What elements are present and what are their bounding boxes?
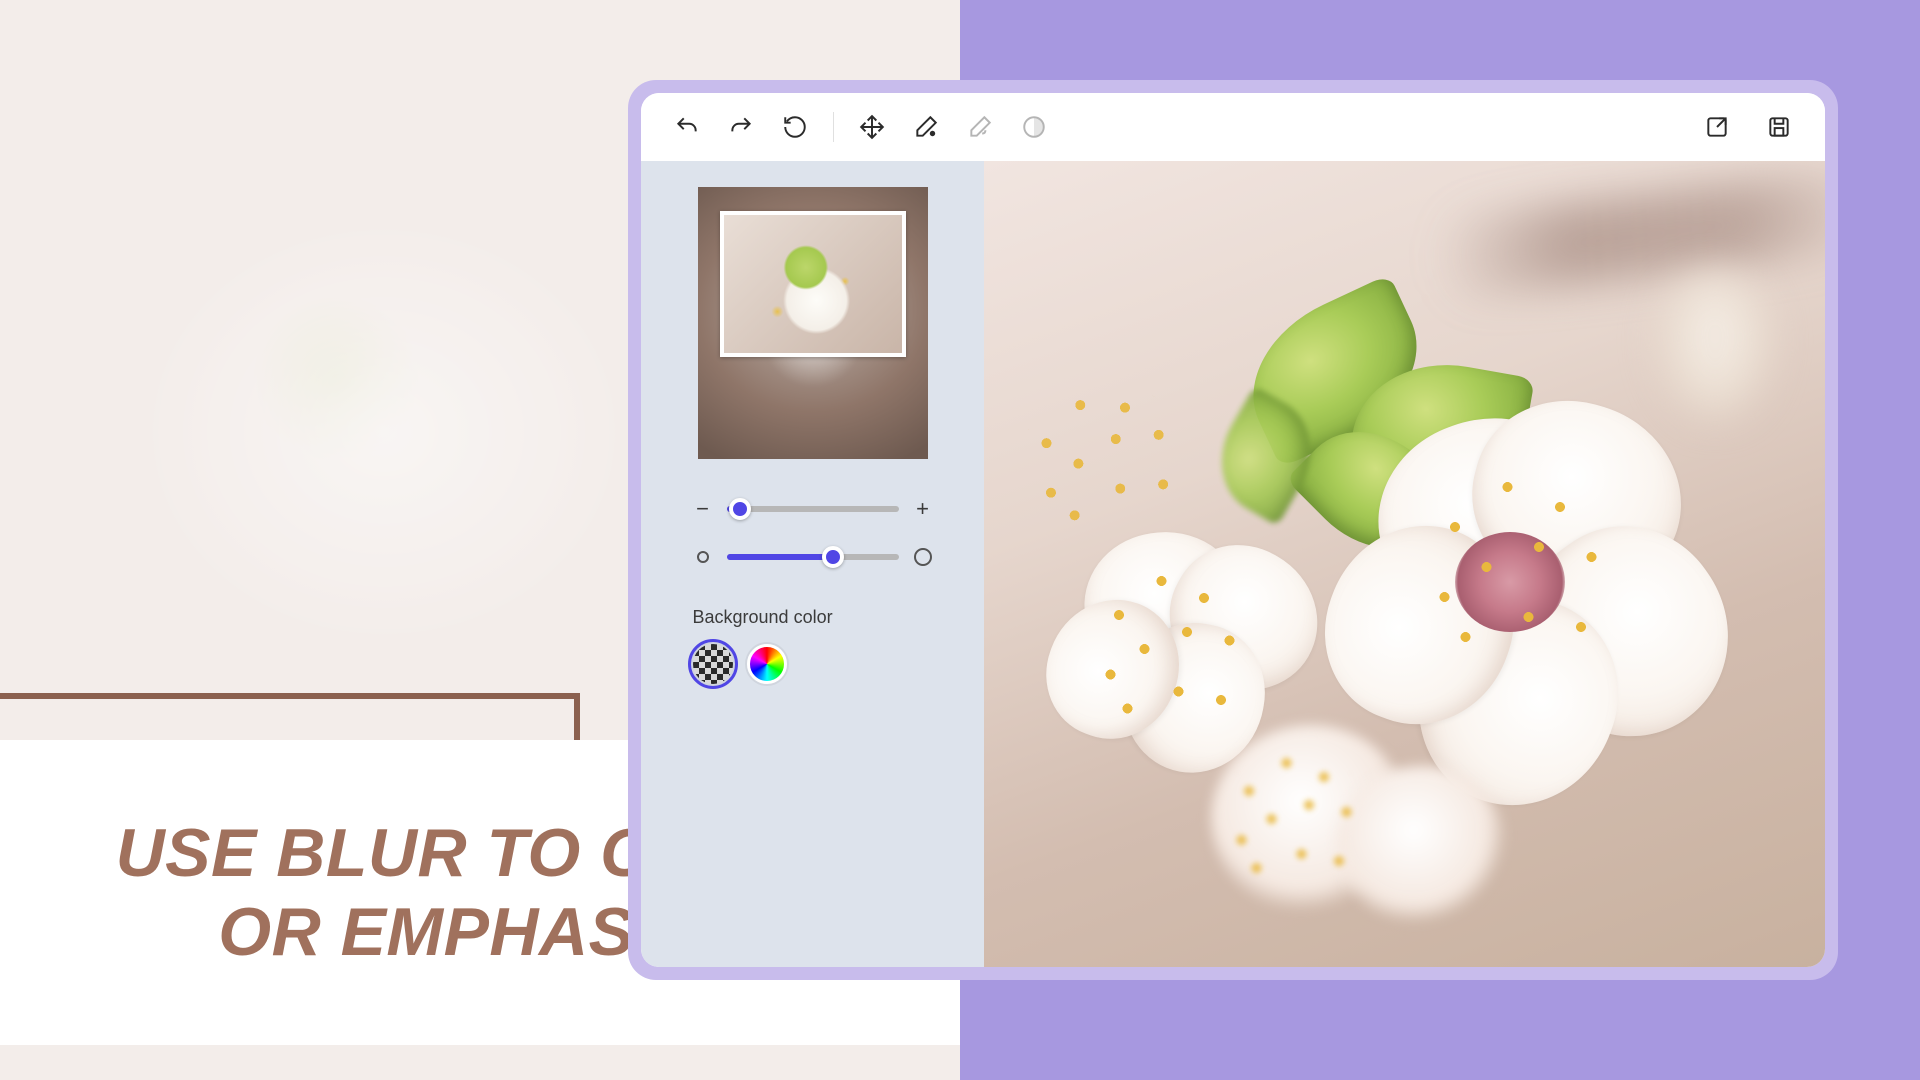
background-erase-icon (967, 114, 993, 140)
background-color-label: Background color (693, 607, 933, 628)
undo-button[interactable] (665, 105, 709, 149)
redo-button[interactable] (719, 105, 763, 149)
image-stamens (1002, 367, 1202, 546)
blur-slider-row (693, 547, 933, 567)
editor-body: − + Background color (641, 161, 1825, 967)
side-panel: − + Background color (641, 161, 984, 967)
zoom-slider[interactable] (727, 506, 899, 512)
swatch-transparent[interactable] (693, 644, 733, 684)
erase-tool-button[interactable] (904, 105, 948, 149)
image-stamens (1219, 749, 1369, 889)
save-icon (1766, 114, 1792, 140)
zoom-slider-thumb[interactable] (729, 498, 751, 520)
canvas[interactable] (984, 161, 1825, 967)
preview-thumbnail[interactable] (698, 187, 928, 459)
background-color-section: Background color (693, 607, 933, 684)
undo-icon (674, 114, 700, 140)
swatch-color-picker[interactable] (747, 644, 787, 684)
export-button[interactable] (1695, 105, 1739, 149)
save-button[interactable] (1757, 105, 1801, 149)
image-branch-blur (1435, 167, 1825, 300)
toolbar-right (1695, 105, 1801, 149)
background-erase-button[interactable] (958, 105, 1002, 149)
move-tool-button[interactable] (850, 105, 894, 149)
editor-window: − + Background color (628, 80, 1838, 980)
redo-icon (728, 114, 754, 140)
blur-slider[interactable] (727, 554, 899, 560)
toolbar-divider (833, 112, 834, 142)
toolbar-left (665, 105, 1056, 149)
zoom-slider-row: − + (693, 499, 933, 519)
headline-frame-border (0, 693, 580, 743)
blur-min-icon[interactable] (693, 547, 713, 567)
reset-button[interactable] (773, 105, 817, 149)
zoom-minus-icon[interactable]: − (693, 499, 713, 519)
adjust-icon (1021, 114, 1047, 140)
image-bud-blur (1655, 274, 1775, 424)
export-icon (1704, 114, 1730, 140)
blur-slider-fill (727, 554, 834, 560)
toolbar (641, 93, 1825, 161)
reset-icon (782, 114, 808, 140)
erase-icon (913, 114, 939, 140)
crop-frame[interactable] (720, 211, 906, 357)
swatch-row (693, 644, 933, 684)
blur-slider-thumb[interactable] (822, 546, 844, 568)
image-stamens (1413, 467, 1623, 667)
zoom-plus-icon[interactable]: + (913, 499, 933, 519)
editor-inner: − + Background color (641, 93, 1825, 967)
move-icon (859, 114, 885, 140)
blur-max-icon[interactable] (913, 547, 933, 567)
image-stamens (1085, 564, 1255, 734)
adjust-button[interactable] (1012, 105, 1056, 149)
